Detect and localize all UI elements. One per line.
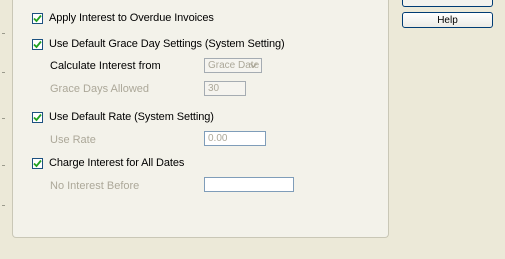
calc-from-dropdown[interactable]: Grace Date [204, 58, 262, 73]
default-grace-row[interactable]: Use Default Grace Day Settings (System S… [32, 38, 285, 50]
no-interest-before-field[interactable] [204, 177, 294, 192]
edge-tick [2, 33, 5, 34]
upper-button-edge[interactable] [402, 0, 493, 7]
help-button-label: Help [437, 14, 458, 26]
edge-tick [2, 72, 5, 73]
help-button[interactable]: Help [402, 12, 493, 28]
edge-tick [2, 118, 5, 119]
apply-overdue-label: Apply Interest to Overdue Invoices [49, 12, 214, 24]
grace-days-field[interactable]: 30 [204, 81, 246, 96]
use-rate-label: Use Rate [50, 134, 96, 146]
default-grace-checkbox[interactable] [32, 38, 43, 50]
apply-overdue-checkbox[interactable] [32, 12, 43, 24]
grace-days-label: Grace Days Allowed [50, 83, 150, 95]
all-dates-label: Charge Interest for All Dates [49, 157, 185, 169]
all-dates-checkbox[interactable] [32, 157, 43, 169]
chevron-down-icon [248, 60, 259, 71]
calc-from-label: Calculate Interest from [50, 60, 161, 72]
use-rate-field[interactable]: 0.00 [204, 131, 266, 146]
apply-overdue-row[interactable]: Apply Interest to Overdue Invoices [32, 12, 214, 24]
default-grace-label: Use Default Grace Day Settings (System S… [49, 38, 285, 50]
default-rate-row[interactable]: Use Default Rate (System Setting) [32, 111, 214, 123]
left-window-edge [0, 0, 9, 259]
checkmark-icon [33, 40, 42, 48]
use-rate-value: 0.00 [208, 133, 228, 144]
checkmark-icon [33, 113, 42, 121]
checkmark-icon [33, 14, 42, 22]
default-rate-checkbox[interactable] [32, 111, 43, 123]
no-interest-before-label: No Interest Before [50, 180, 140, 192]
edge-tick [2, 165, 5, 166]
all-dates-row[interactable]: Charge Interest for All Dates [32, 157, 184, 169]
checkmark-icon [33, 159, 42, 167]
edge-tick [2, 205, 5, 206]
default-rate-label: Use Default Rate (System Setting) [49, 111, 214, 123]
grace-days-value: 30 [208, 83, 220, 94]
